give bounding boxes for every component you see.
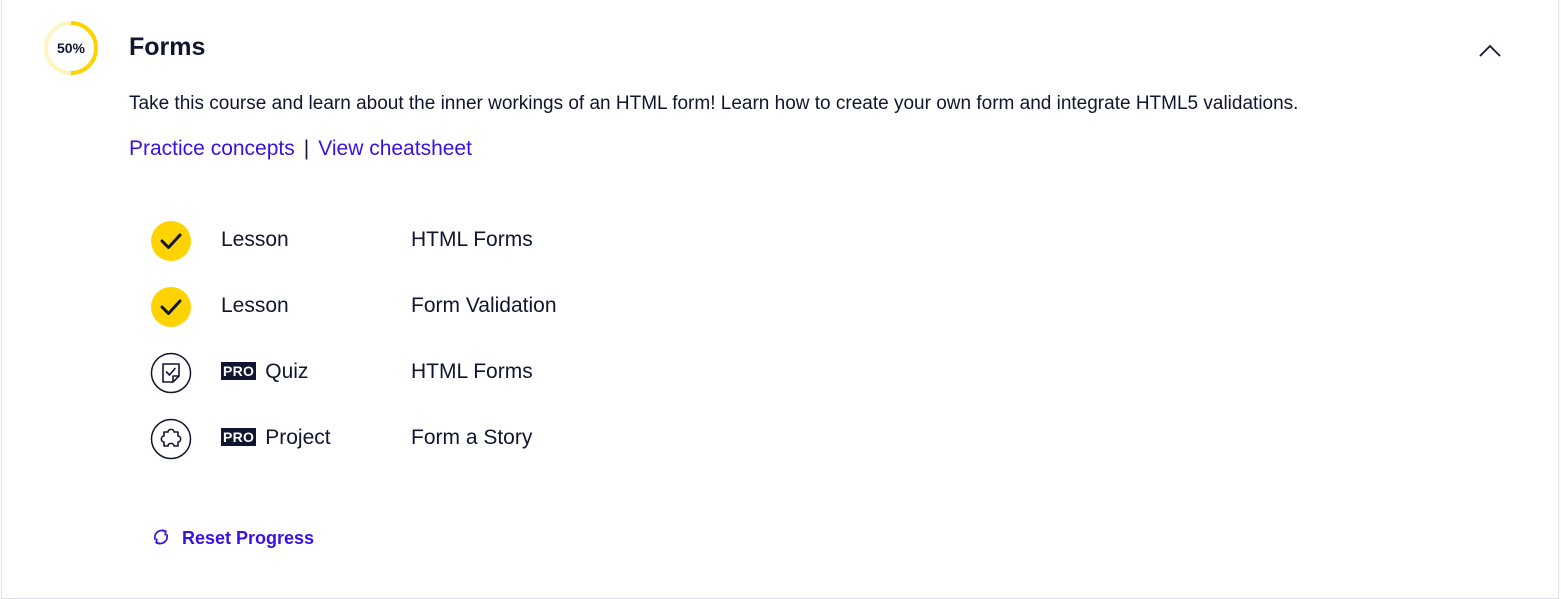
item-type-label: Quiz xyxy=(265,360,309,383)
progress-ring: 50% xyxy=(43,20,99,76)
content-item[interactable]: Lesson HTML Forms xyxy=(150,218,850,284)
completed-check-icon xyxy=(150,286,192,328)
item-type-label: Lesson xyxy=(221,294,289,317)
item-type: PRO Quiz xyxy=(221,360,308,384)
collapse-button[interactable] xyxy=(1474,36,1506,64)
item-name: Form Validation xyxy=(411,294,557,317)
pro-badge: PRO xyxy=(221,362,257,380)
link-separator: | xyxy=(303,137,310,160)
progress-percent: 50% xyxy=(56,40,86,56)
content-item[interactable]: PRO Project Form a Story xyxy=(150,416,850,482)
pro-badge: PRO xyxy=(221,428,257,446)
item-type-label: Project xyxy=(265,426,331,449)
item-name: Form a Story xyxy=(411,426,533,449)
reset-progress-label: Reset Progress xyxy=(182,528,315,548)
refresh-icon xyxy=(153,529,169,545)
module-links: Practice concepts | View cheatsheet xyxy=(129,137,472,161)
item-type: Lesson xyxy=(221,294,289,318)
item-type-label: Lesson xyxy=(221,228,289,251)
content-item[interactable]: Lesson Form Validation xyxy=(150,284,850,350)
module-panel: 50% Forms Take this course and learn abo… xyxy=(1,0,1559,599)
item-name: HTML Forms xyxy=(411,228,533,251)
project-puzzle-icon xyxy=(150,418,192,460)
content-item-list: Lesson HTML Forms Lesson Form Validation xyxy=(150,218,850,482)
quiz-icon xyxy=(150,352,192,394)
module-title: Forms xyxy=(129,33,206,61)
reset-progress-button[interactable]: Reset Progress xyxy=(150,526,314,549)
practice-concepts-link[interactable]: Practice concepts xyxy=(129,137,295,160)
view-cheatsheet-link[interactable]: View cheatsheet xyxy=(318,137,472,160)
item-name: HTML Forms xyxy=(411,360,533,383)
module-description: Take this course and learn about the inn… xyxy=(129,93,1299,114)
content-item[interactable]: PRO Quiz HTML Forms xyxy=(150,350,850,416)
item-type: PRO Project xyxy=(221,426,331,450)
item-type: Lesson xyxy=(221,228,289,252)
chevron-up-icon xyxy=(1479,44,1501,57)
completed-check-icon xyxy=(150,220,192,262)
